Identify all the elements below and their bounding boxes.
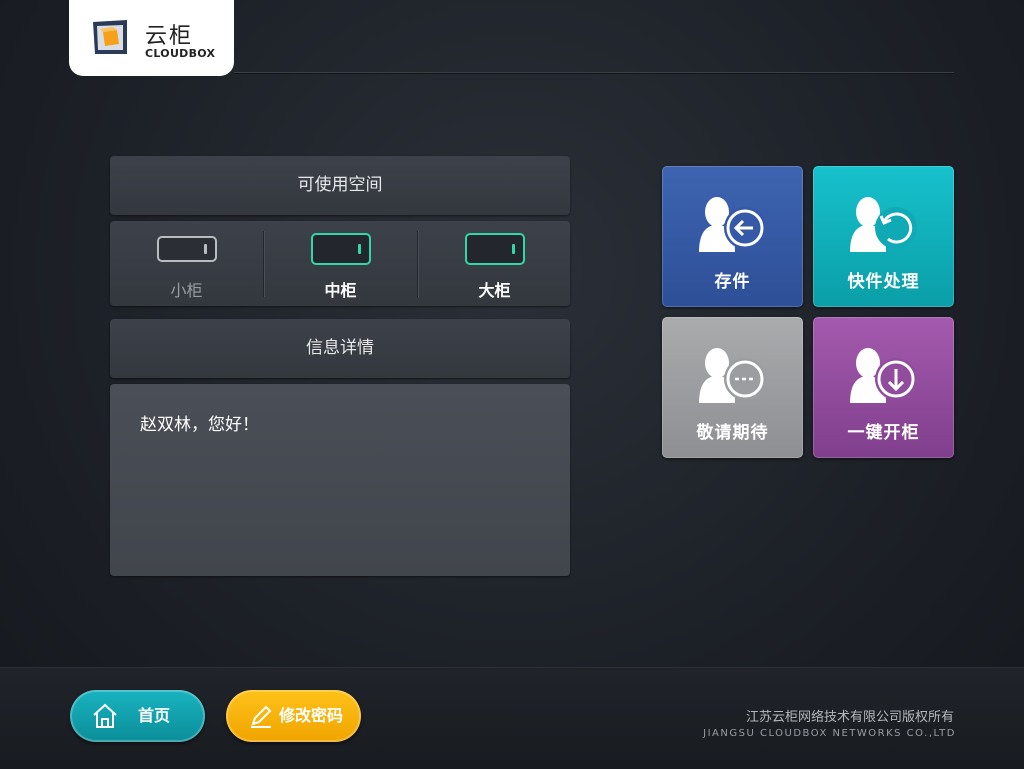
info-panel-body: 赵双林，您好！ xyxy=(110,384,570,576)
cabinet-medium-label: 中柜 xyxy=(324,281,357,300)
cabinet-medium-icon xyxy=(310,233,371,265)
footer-bar: 首页 修改密码 江苏云柜网络技术有限公司版权所有 JIANGSU CLOUDBO… xyxy=(0,667,1024,769)
express-tile[interactable]: 快件处理 xyxy=(813,166,954,307)
change-password-button[interactable]: 修改密码 xyxy=(226,690,361,742)
cabinet-small-label: 小柜 xyxy=(170,281,203,300)
change-password-label: 修改密码 xyxy=(279,706,344,725)
pencil-icon xyxy=(251,705,272,728)
deposit-label: 存件 xyxy=(714,272,751,292)
space-panel-body: 小柜 中柜 大柜 xyxy=(110,221,570,306)
express-label: 快件处理 xyxy=(847,272,920,292)
coming-soon-tile[interactable]: 敬请期待 xyxy=(662,317,803,458)
space-panel-header: 可使用空间 xyxy=(110,156,570,215)
user-download-icon xyxy=(850,348,917,403)
user-pending-icon xyxy=(699,348,766,403)
brand-name-cn: 云柜 xyxy=(145,24,194,49)
greeting-text: 赵双林，您好！ xyxy=(140,415,259,435)
header-divider xyxy=(234,72,954,73)
cabinet-small: 小柜 xyxy=(110,221,263,306)
space-panel-title: 可使用空间 xyxy=(297,175,383,195)
cabinet-medium: 中柜 xyxy=(264,221,417,306)
deposit-tile[interactable]: 存件 xyxy=(662,166,803,307)
info-panel-title: 信息详情 xyxy=(306,338,374,358)
cabinet-large: 大柜 xyxy=(418,221,571,306)
cloudbox-logo-icon xyxy=(93,20,127,54)
cabinet-small-icon xyxy=(156,236,217,262)
info-panel-header: 信息详情 xyxy=(110,319,570,378)
copyright-en: JIANGSU CLOUDBOX NETWORKS CO.,LTD xyxy=(703,728,956,739)
cabinet-large-label: 大柜 xyxy=(478,281,511,300)
coming-soon-label: 敬请期待 xyxy=(696,423,769,443)
one-key-open-label: 一键开柜 xyxy=(847,423,920,443)
brand-logo: 云柜 CLOUDBOX xyxy=(69,0,234,76)
cabinet-large-icon xyxy=(464,233,525,265)
home-button-label: 首页 xyxy=(138,706,171,725)
home-icon xyxy=(93,703,117,728)
user-deposit-icon xyxy=(699,197,766,252)
home-button[interactable]: 首页 xyxy=(70,690,205,742)
user-refresh-icon xyxy=(850,197,917,252)
one-key-open-tile[interactable]: 一键开柜 xyxy=(813,317,954,458)
brand-name-en: CLOUDBOX xyxy=(145,47,216,60)
copyright-cn: 江苏云柜网络技术有限公司版权所有 xyxy=(745,710,954,725)
